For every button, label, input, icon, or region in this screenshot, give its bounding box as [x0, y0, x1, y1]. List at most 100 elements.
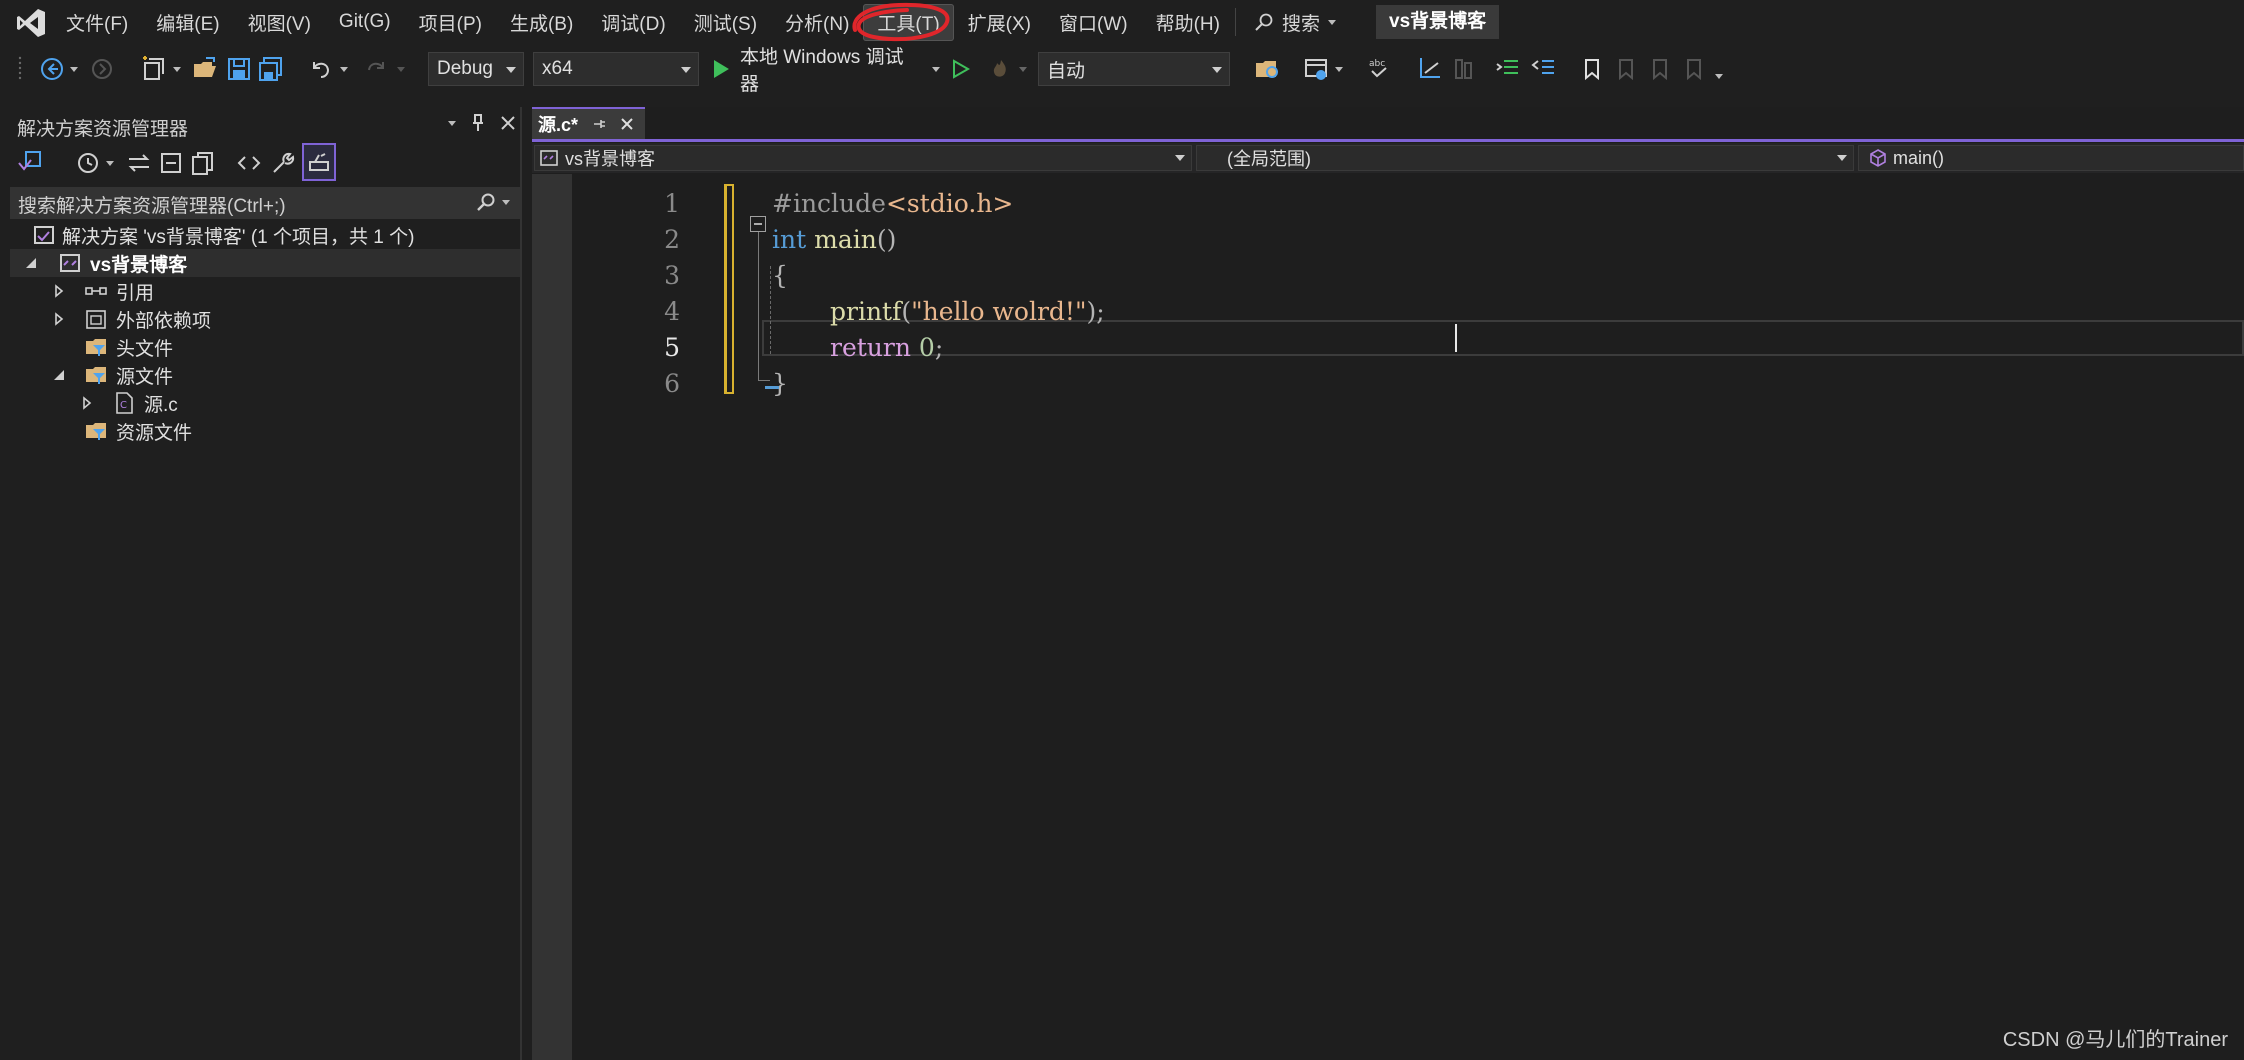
properties-wrench-icon[interactable]: [270, 146, 296, 180]
external-dependencies-icon: [86, 310, 106, 329]
chevron-down-icon: [502, 199, 510, 205]
chevron-down-icon: [106, 160, 114, 166]
search-icon: [1255, 13, 1273, 31]
save-all-icon[interactable]: [258, 52, 284, 86]
svg-text:C: C: [120, 400, 127, 411]
home-icon[interactable]: [16, 146, 44, 180]
spell-check-icon[interactable]: abc: [1366, 52, 1394, 86]
hot-reload-button[interactable]: [986, 52, 1030, 86]
window-layout-button[interactable]: [1300, 52, 1346, 86]
menu-edit[interactable]: 编辑(E): [142, 4, 233, 41]
project-dropdown[interactable]: vs背景博客: [534, 145, 1192, 171]
menu-build[interactable]: 生成(B): [496, 4, 587, 41]
member-dropdown[interactable]: main(): [1858, 145, 2244, 171]
preview-selected-items-button[interactable]: [302, 143, 336, 181]
auto-dropdown[interactable]: 自动: [1038, 52, 1230, 86]
menu-git[interactable]: Git(G): [325, 6, 405, 38]
punctuation: ;: [934, 333, 944, 362]
navigate-back-button[interactable]: [36, 52, 82, 86]
collapsed-arrow-icon[interactable]: [80, 396, 94, 410]
preprocessor-directive: #include: [772, 189, 886, 218]
menu-debug[interactable]: 调试(D): [587, 4, 679, 41]
show-all-files-icon[interactable]: [190, 146, 216, 180]
previous-bookmark-icon[interactable]: [1614, 52, 1638, 86]
tree-item-references[interactable]: 引用: [10, 277, 520, 305]
layout-icon: [1305, 59, 1327, 80]
outdent-icon[interactable]: [1530, 52, 1558, 86]
close-icon[interactable]: [500, 115, 516, 131]
menu-window[interactable]: 窗口(W): [1045, 4, 1142, 41]
expanded-arrow-icon[interactable]: [52, 368, 66, 382]
text-caret: [1455, 324, 1457, 352]
clear-bookmarks-icon[interactable]: [1682, 52, 1706, 86]
chevron-down-icon: [1019, 66, 1027, 72]
scope-dropdown[interactable]: (全局范围): [1196, 145, 1854, 171]
solution-configuration-dropdown[interactable]: Debug: [428, 52, 524, 86]
find-in-files-icon[interactable]: [1254, 52, 1282, 86]
tree-item-project[interactable]: vs背景博客: [10, 249, 520, 277]
chevron-down-icon: [1837, 155, 1847, 161]
solution-search-input[interactable]: 搜索解决方案资源管理器(Ctrl+;): [10, 187, 520, 219]
view-code-icon[interactable]: [236, 146, 262, 180]
filter-folder-icon: [86, 339, 106, 356]
bookmark-icon[interactable]: [1580, 52, 1604, 86]
menu-view[interactable]: 视图(V): [234, 4, 325, 41]
pin-icon[interactable]: [592, 117, 606, 131]
save-icon[interactable]: [226, 52, 252, 86]
pending-changes-filter-button[interactable]: [72, 146, 118, 180]
open-folder-icon[interactable]: [192, 52, 218, 86]
menu-extensions[interactable]: 扩展(X): [954, 4, 1045, 41]
next-bookmark-icon[interactable]: [1648, 52, 1672, 86]
tree-item-label: 头文件: [116, 338, 174, 360]
chevron-down-icon[interactable]: [448, 120, 456, 126]
tree-item-label: 源.c: [144, 394, 178, 416]
indent-icon[interactable]: [1494, 52, 1522, 86]
code-text-area[interactable]: 1 #include<stdio.h> 2 int main() 3 { 4 p…: [572, 174, 2244, 1060]
collapsed-arrow-icon[interactable]: [52, 284, 66, 298]
start-debugging-button[interactable]: 本地 Windows 调试器: [712, 47, 940, 95]
toolbar-grip-icon[interactable]: [16, 52, 24, 86]
tree-item-source-c[interactable]: C 源.c: [10, 389, 520, 417]
undo-button[interactable]: [304, 52, 352, 86]
menu-bar: 文件(F) 编辑(E) 视图(V) Git(G) 项目(P) 生成(B) 调试(…: [0, 0, 2244, 44]
align-icon[interactable]: [1450, 52, 1478, 86]
code-text: }: [772, 369, 788, 398]
menu-project[interactable]: 项目(P): [405, 4, 496, 41]
toolbar-overflow-button[interactable]: [1712, 52, 1726, 86]
collapsed-arrow-icon[interactable]: [52, 312, 66, 326]
redo-button[interactable]: [362, 52, 408, 86]
tree-item-header-files[interactable]: 头文件: [10, 333, 520, 361]
keyword: int: [772, 225, 807, 254]
solution-name-badge[interactable]: vs背景博客: [1376, 5, 1500, 39]
visual-studio-logo-icon[interactable]: [14, 6, 48, 40]
function-name: main: [814, 225, 877, 254]
search-options[interactable]: [476, 192, 510, 212]
redo-icon: [368, 62, 384, 71]
pin-icon[interactable]: [470, 113, 486, 133]
panel-title-controls: [448, 113, 516, 133]
tree-item-source-files[interactable]: 源文件: [10, 361, 520, 389]
collapse-all-icon[interactable]: [158, 146, 184, 180]
start-without-debugging-icon[interactable]: [950, 52, 972, 86]
menu-test[interactable]: 测试(S): [680, 4, 771, 41]
chevron-down-icon: [932, 66, 940, 72]
function-cube-icon: [1870, 149, 1886, 167]
tree-item-resource-files[interactable]: 资源文件: [10, 417, 520, 445]
tree-item-solution[interactable]: 解决方案 'vs背景博客' (1 个项目，共 1 个): [10, 221, 520, 249]
solution-platform-dropdown[interactable]: x64: [533, 52, 699, 86]
chevron-down-icon: [681, 67, 691, 73]
new-project-button[interactable]: [138, 52, 184, 86]
forward-arrow-icon[interactable]: [90, 52, 114, 86]
menu-help[interactable]: 帮助(H): [1142, 4, 1234, 41]
tab-source-c[interactable]: 源.c*: [532, 107, 645, 139]
search-box[interactable]: 搜索: [1254, 7, 1337, 37]
close-icon[interactable]: [620, 117, 634, 131]
search-icon: [477, 193, 495, 211]
tree-item-label: 引用: [116, 282, 155, 304]
expanded-arrow-icon[interactable]: [24, 256, 38, 270]
sync-icon[interactable]: [126, 146, 152, 180]
tree-item-external-dependencies[interactable]: 外部依赖项: [10, 305, 520, 333]
menu-file[interactable]: 文件(F): [52, 4, 142, 41]
measure-icon[interactable]: [1416, 52, 1444, 86]
nav-scope-label: (全局范围): [1227, 149, 1311, 169]
